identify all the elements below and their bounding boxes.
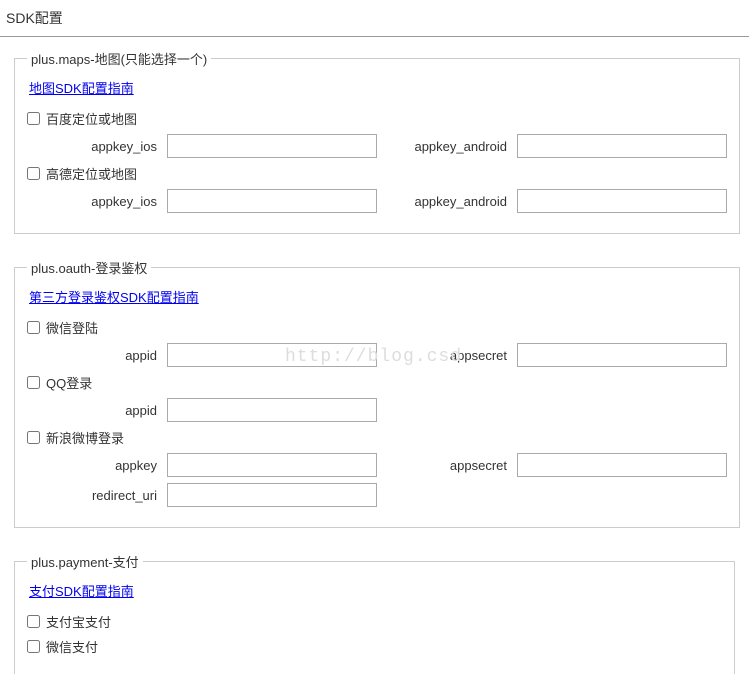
wechat-login-fields: appid appsecret	[27, 343, 727, 367]
wechat-pay-checkbox-label: 微信支付	[46, 637, 98, 656]
gaode-appkey-android-label: appkey_android	[407, 194, 517, 209]
weibo-redirect-label: redirect_uri	[27, 488, 167, 503]
weibo-appkey-row: appkey appsecret	[27, 453, 727, 477]
section-maps: plus.maps-地图(只能选择一个) 地图SDK配置指南 百度定位或地图 a…	[14, 49, 740, 234]
baidu-checkbox-label: 百度定位或地图	[46, 109, 137, 128]
qq-appid-label: appid	[27, 403, 167, 418]
weibo-login-checkbox-row: 新浪微博登录	[27, 428, 727, 447]
page-title: SDK配置	[0, 0, 749, 37]
gaode-appkey-ios-label: appkey_ios	[27, 194, 167, 209]
wechat-appsecret-input[interactable]	[517, 343, 727, 367]
baidu-checkbox[interactable]	[27, 112, 40, 125]
oauth-guide-link[interactable]: 第三方登录鉴权SDK配置指南	[29, 287, 199, 306]
gaode-fields: appkey_ios appkey_android	[27, 189, 727, 213]
section-payment-legend: plus.payment-支付	[27, 552, 143, 571]
weibo-login-checkbox[interactable]	[27, 431, 40, 444]
qq-login-fields: appid	[27, 398, 727, 422]
section-maps-legend: plus.maps-地图(只能选择一个)	[27, 49, 211, 68]
weibo-redirect-row: redirect_uri	[27, 483, 727, 507]
weibo-appsecret-label: appsecret	[407, 458, 517, 473]
alipay-checkbox-label: 支付宝支付	[46, 612, 111, 631]
alipay-checkbox-row: 支付宝支付	[27, 612, 722, 631]
qq-login-checkbox-label: QQ登录	[46, 373, 92, 392]
wechat-pay-checkbox-row: 微信支付	[27, 637, 722, 656]
section-oauth: plus.oauth-登录鉴权 http://blog.csd 第三方登录鉴权S…	[14, 258, 740, 528]
wechat-appid-label: appid	[27, 348, 167, 363]
baidu-appkey-ios-input[interactable]	[167, 134, 377, 158]
baidu-appkey-android-input[interactable]	[517, 134, 727, 158]
weibo-redirect-input[interactable]	[167, 483, 377, 507]
wechat-login-checkbox[interactable]	[27, 321, 40, 334]
weibo-appkey-label: appkey	[27, 458, 167, 473]
baidu-checkbox-row: 百度定位或地图	[27, 109, 727, 128]
alipay-checkbox[interactable]	[27, 615, 40, 628]
wechat-pay-checkbox[interactable]	[27, 640, 40, 653]
gaode-checkbox-row: 高德定位或地图	[27, 164, 727, 183]
qq-appid-input[interactable]	[167, 398, 377, 422]
baidu-appkey-android-label: appkey_android	[407, 139, 517, 154]
weibo-login-checkbox-label: 新浪微博登录	[46, 428, 124, 447]
payment-guide-link[interactable]: 支付SDK配置指南	[29, 581, 134, 600]
qq-login-checkbox[interactable]	[27, 376, 40, 389]
baidu-fields: appkey_ios appkey_android	[27, 134, 727, 158]
weibo-appkey-input[interactable]	[167, 453, 377, 477]
wechat-login-checkbox-row: 微信登陆	[27, 318, 727, 337]
gaode-checkbox-label: 高德定位或地图	[46, 164, 137, 183]
maps-guide-link[interactable]: 地图SDK配置指南	[29, 78, 134, 97]
wechat-login-checkbox-label: 微信登陆	[46, 318, 98, 337]
section-oauth-legend: plus.oauth-登录鉴权	[27, 258, 151, 277]
wechat-appid-input[interactable]	[167, 343, 377, 367]
qq-login-checkbox-row: QQ登录	[27, 373, 727, 392]
gaode-checkbox[interactable]	[27, 167, 40, 180]
gaode-appkey-android-input[interactable]	[517, 189, 727, 213]
weibo-appsecret-input[interactable]	[517, 453, 727, 477]
wechat-appsecret-label: appsecret	[407, 348, 517, 363]
content-area: plus.maps-地图(只能选择一个) 地图SDK配置指南 百度定位或地图 a…	[0, 37, 749, 674]
section-payment: plus.payment-支付 支付SDK配置指南 支付宝支付 微信支付	[14, 552, 735, 674]
gaode-appkey-ios-input[interactable]	[167, 189, 377, 213]
baidu-appkey-ios-label: appkey_ios	[27, 139, 167, 154]
